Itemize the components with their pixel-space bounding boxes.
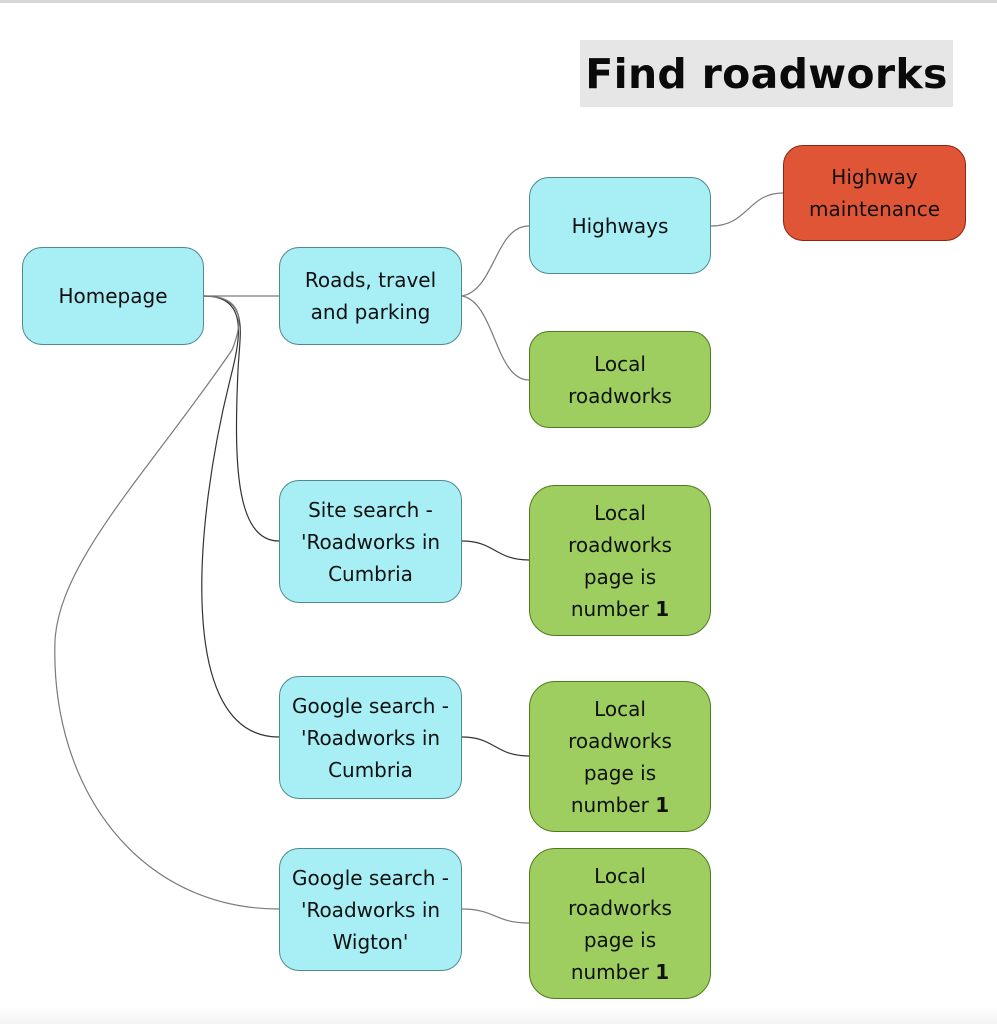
node-google-search-wigton: Google search - 'Roadworks in Wigton' bbox=[279, 848, 462, 971]
node-local-roadworks-label: Local roadworks bbox=[568, 351, 672, 408]
node-site-search-result-text: Local roadworks page is number 1 bbox=[555, 497, 685, 625]
node-highways-label: Highways bbox=[571, 213, 669, 238]
result-rank: 1 bbox=[655, 792, 670, 817]
node-highway-maintenance: Highway maintenance bbox=[783, 145, 966, 241]
node-roads-label: Roads, travel and parking bbox=[304, 268, 437, 324]
node-homepage-label: Homepage bbox=[58, 284, 168, 308]
edge-homepage-google-wigton bbox=[54, 295, 280, 910]
node-google-search-cumbria: Google search - 'Roadworks in Cumbria bbox=[279, 676, 462, 799]
edge-roads-highways bbox=[461, 225, 530, 297]
node-highway-maintenance-label: Highway maintenance bbox=[808, 165, 941, 221]
node-highways: Highways bbox=[529, 177, 711, 274]
edge-google-cumbria-result bbox=[461, 736, 530, 757]
node-google-cumbria-result-text: Local roadworks page is number 1 bbox=[555, 693, 685, 821]
result-rank: 1 bbox=[655, 959, 670, 984]
node-site-search-result: Local roadworks page is number 1 bbox=[529, 485, 711, 636]
node-roads-travel-parking: Roads, travel and parking bbox=[279, 247, 462, 345]
node-local-roadworks: Local roadworks bbox=[529, 331, 711, 428]
node-site-search-label: Site search - 'Roadworks in Cumbria bbox=[300, 497, 441, 586]
node-site-search: Site search - 'Roadworks in Cumbria bbox=[279, 480, 462, 603]
node-google-wigton-result-text: Local roadworks page is number 1 bbox=[555, 860, 685, 988]
edge-roads-local-roadworks bbox=[461, 295, 530, 381]
node-google-wigton-label: Google search - 'Roadworks in Wigton' bbox=[292, 865, 449, 954]
result-rank: 1 bbox=[655, 596, 670, 621]
edge-site-search-result bbox=[461, 540, 530, 561]
edge-highways-highway-maintenance bbox=[710, 192, 784, 227]
node-google-cumbria-result: Local roadworks page is number 1 bbox=[529, 681, 711, 832]
edge-homepage-google-cumbria bbox=[201, 295, 280, 738]
edge-homepage-site-search bbox=[203, 295, 280, 542]
edge-google-wigton-result bbox=[461, 908, 530, 924]
node-google-cumbria-label: Google search - 'Roadworks in Cumbria bbox=[292, 693, 449, 782]
node-homepage: Homepage bbox=[22, 247, 204, 345]
window-bottom-edge bbox=[0, 1006, 997, 1024]
node-google-wigton-result: Local roadworks page is number 1 bbox=[529, 848, 711, 999]
